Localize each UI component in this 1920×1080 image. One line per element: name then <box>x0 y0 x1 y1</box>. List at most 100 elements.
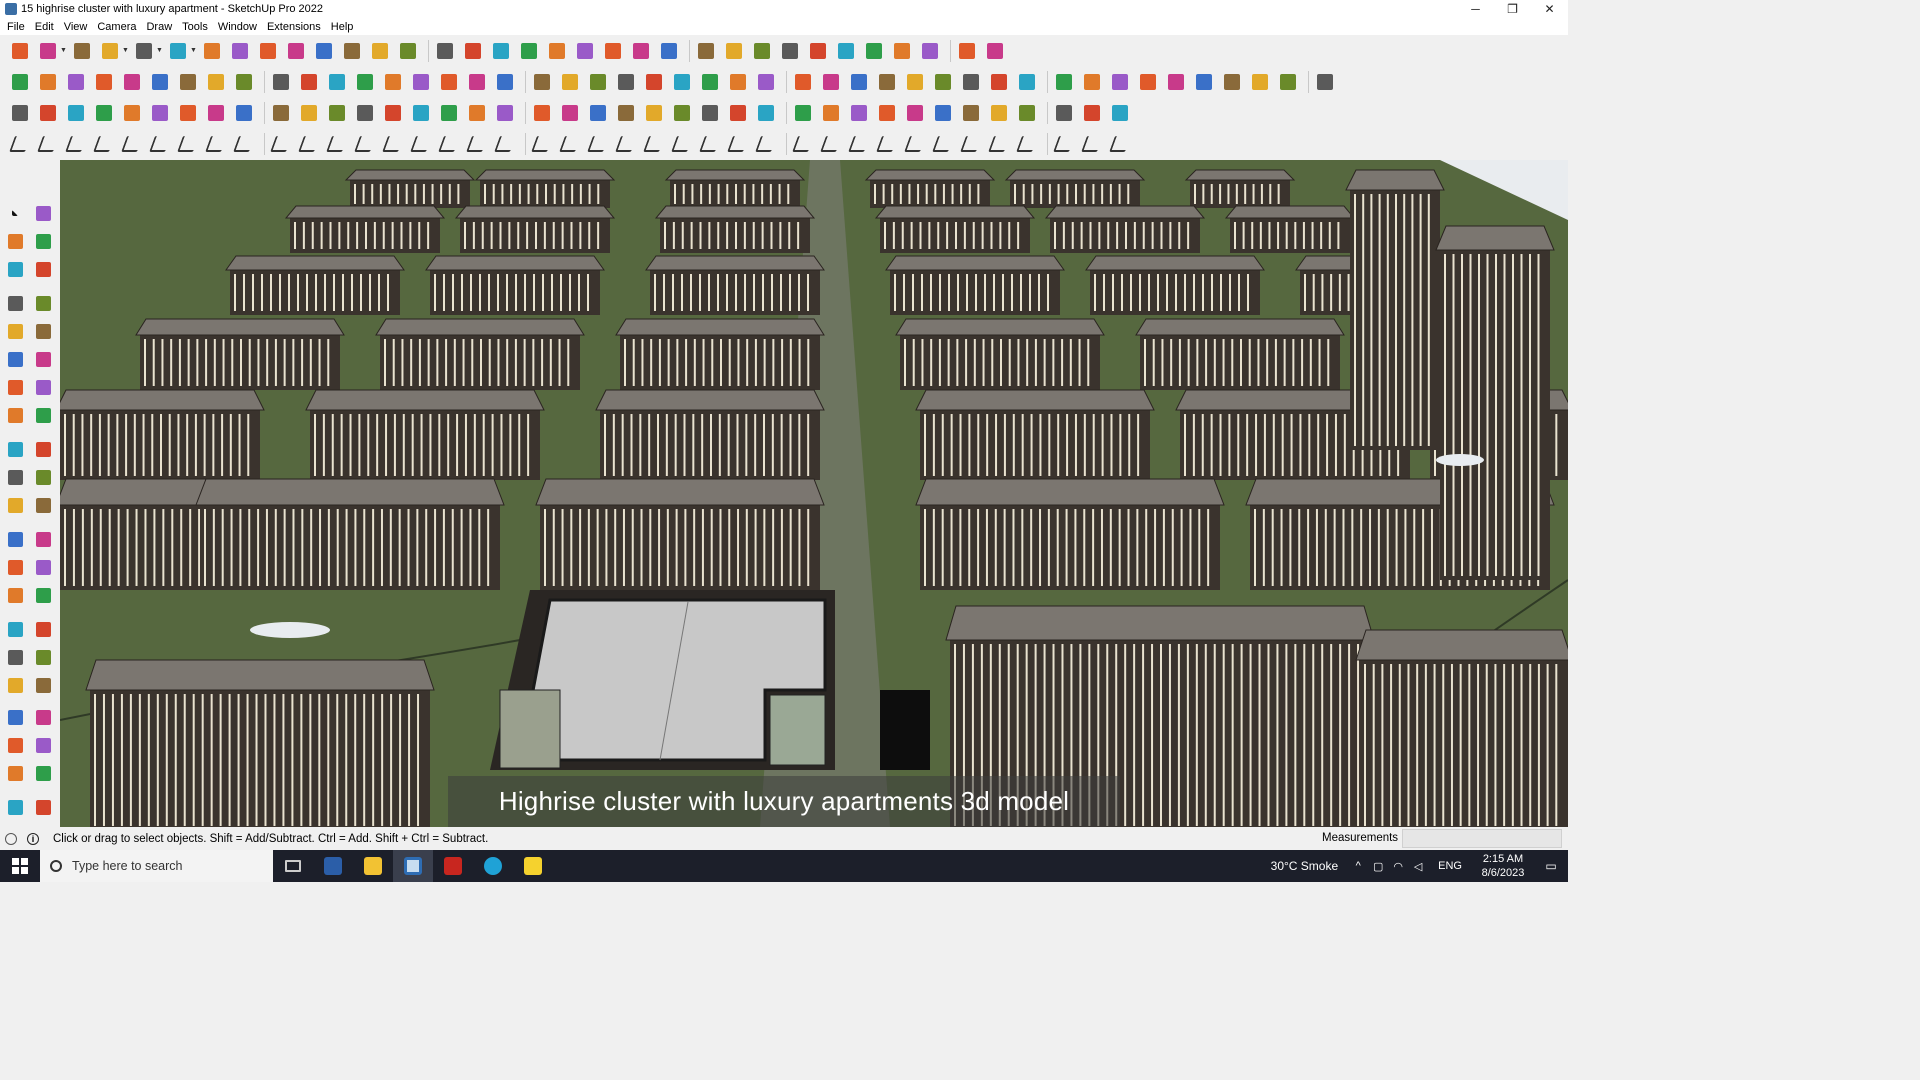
minimize-button[interactable]: ─ <box>1457 0 1494 18</box>
plug-26-button[interactable] <box>726 101 750 125</box>
plug-17-button[interactable] <box>465 101 489 125</box>
plug-22-button[interactable] <box>614 101 638 125</box>
split2-button[interactable] <box>269 70 293 94</box>
plug-27-button[interactable] <box>754 101 778 125</box>
plug-33-button[interactable] <box>931 101 955 125</box>
plug-28-button[interactable] <box>791 101 815 125</box>
split-button[interactable] <box>918 39 942 63</box>
menu-file[interactable]: File <box>2 21 30 33</box>
circle-1-button[interactable] <box>726 70 750 94</box>
plug-39-button[interactable] <box>1108 101 1132 125</box>
house-3-button[interactable] <box>558 70 582 94</box>
curve-26-button[interactable] <box>726 132 750 156</box>
intersect-button[interactable] <box>862 39 886 63</box>
zoom-extents-button[interactable] <box>8 39 32 63</box>
weather-widget[interactable]: 30°C Smoke <box>1271 859 1339 873</box>
move-tool-button[interactable] <box>4 438 26 460</box>
tape-tool-button[interactable] <box>32 258 54 280</box>
rotate-button[interactable] <box>284 39 308 63</box>
measurements-input[interactable] <box>1402 829 1562 848</box>
shape-2-button[interactable] <box>1164 70 1188 94</box>
house-4-button[interactable] <box>586 70 610 94</box>
axes-button[interactable] <box>750 39 774 63</box>
walk-tool-button[interactable] <box>4 734 26 756</box>
push-pull-button[interactable] <box>200 39 224 63</box>
sketchup-taskbar-app[interactable] <box>393 850 433 882</box>
make-component-tool-button[interactable] <box>4 258 26 280</box>
push-pull-tool-button[interactable] <box>32 438 54 460</box>
plug-16-button[interactable] <box>437 101 461 125</box>
flip-button[interactable] <box>465 70 489 94</box>
plug-25-button[interactable] <box>698 101 722 125</box>
profile-button[interactable] <box>657 39 681 63</box>
shape-4-button[interactable] <box>1220 70 1244 94</box>
circle-7-button[interactable] <box>903 70 927 94</box>
circle-5-button[interactable] <box>847 70 871 94</box>
section-button[interactable] <box>722 39 746 63</box>
curve-39-button[interactable] <box>1108 132 1132 156</box>
select-dropdown-chevron-icon[interactable]: ▼ <box>60 47 67 54</box>
component-button[interactable] <box>694 39 718 63</box>
curve-30-button[interactable] <box>847 132 871 156</box>
plug-36-button[interactable] <box>1015 101 1039 125</box>
rotate-tool-button[interactable] <box>4 466 26 488</box>
menu-camera[interactable]: Camera <box>92 21 141 33</box>
plug-20-button[interactable] <box>558 101 582 125</box>
select-tool-button[interactable] <box>4 202 26 224</box>
curve-14-button[interactable] <box>381 132 405 156</box>
language-indicator[interactable]: ENG <box>1438 860 1462 872</box>
circle-12-button[interactable] <box>1052 70 1076 94</box>
curve-8-button[interactable] <box>204 132 228 156</box>
outer-shell-button[interactable] <box>120 70 144 94</box>
plug-19-button[interactable] <box>530 101 554 125</box>
polygon-tool-button[interactable] <box>32 348 54 370</box>
curve-23-button[interactable] <box>642 132 666 156</box>
subtract2-button[interactable] <box>204 70 228 94</box>
plug-31-button[interactable] <box>875 101 899 125</box>
plug-9-button[interactable] <box>232 101 256 125</box>
curve-35-button[interactable] <box>987 132 1011 156</box>
curve-13-button[interactable] <box>353 132 377 156</box>
geo-location-icon[interactable] <box>5 832 17 845</box>
curve-38-button[interactable] <box>1080 132 1104 156</box>
circle-10-button[interactable] <box>987 70 1011 94</box>
zoom-tool-button[interactable] <box>4 646 26 668</box>
plug-11-button[interactable] <box>297 101 321 125</box>
plug-4-button[interactable] <box>92 101 116 125</box>
style-xray-button[interactable] <box>545 39 569 63</box>
section-plane-tool-button[interactable] <box>32 734 54 756</box>
shell2-button[interactable] <box>297 70 321 94</box>
dimension-tool-button[interactable] <box>32 556 54 578</box>
plug-2-button[interactable] <box>36 101 60 125</box>
house-5-button[interactable] <box>614 70 638 94</box>
circle-11-button[interactable] <box>1015 70 1039 94</box>
curve-20-button[interactable] <box>558 132 582 156</box>
plug-30-button[interactable] <box>847 101 871 125</box>
orbit-tool-button[interactable] <box>4 618 26 640</box>
follow-me-tool-button[interactable] <box>32 466 54 488</box>
curve-9-button[interactable] <box>232 132 256 156</box>
menu-draw[interactable]: Draw <box>141 21 177 33</box>
offset-tool-button[interactable] <box>32 494 54 516</box>
orbit-button[interactable] <box>433 39 457 63</box>
zoom-extents-tool-button[interactable] <box>4 674 26 696</box>
curve-37-button[interactable] <box>1052 132 1076 156</box>
plug-7-button[interactable] <box>176 101 200 125</box>
line-dropdown-chevron-icon[interactable]: ▼ <box>122 47 129 54</box>
edge-app[interactable] <box>473 850 513 882</box>
solid-button[interactable] <box>778 39 802 63</box>
acrobat-app[interactable] <box>433 850 473 882</box>
sandbox-button[interactable] <box>325 70 349 94</box>
wifi-icon[interactable]: ◠ <box>1388 860 1408 873</box>
pencil-button[interactable] <box>698 70 722 94</box>
sandbox-1-tool-button[interactable] <box>4 762 26 784</box>
smoove-button[interactable] <box>353 70 377 94</box>
sandbox-4-tool-button[interactable] <box>32 796 54 818</box>
menu-edit[interactable]: Edit <box>30 21 59 33</box>
zoom-button[interactable] <box>489 39 513 63</box>
sandbox-2-tool-button[interactable] <box>32 762 54 784</box>
pie-tool-button[interactable] <box>32 376 54 398</box>
curve-12-button[interactable] <box>325 132 349 156</box>
scale-tool-button[interactable] <box>4 494 26 516</box>
plug-18-button[interactable] <box>493 101 517 125</box>
